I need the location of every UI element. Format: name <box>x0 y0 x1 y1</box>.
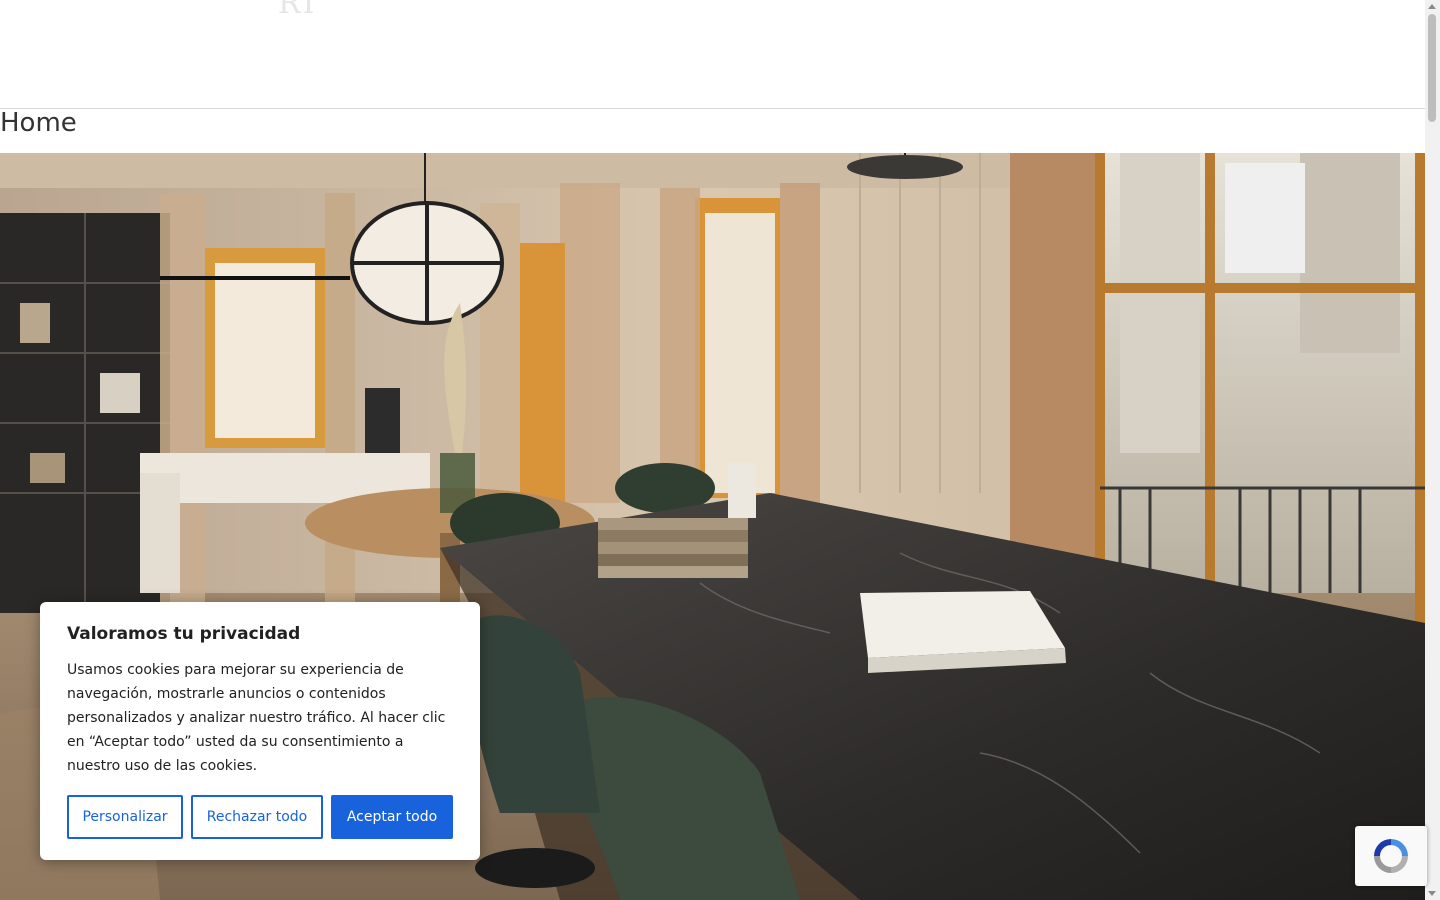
scroll-down-icon[interactable] <box>1428 891 1436 896</box>
customize-button[interactable]: Personalizar <box>67 795 183 839</box>
reject-all-button[interactable]: Rechazar todo <box>191 795 323 839</box>
page-title: Home <box>0 108 77 138</box>
recaptcha-badge[interactable] <box>1355 826 1427 886</box>
scrollbar-thumb[interactable] <box>1428 14 1436 122</box>
accept-all-button[interactable]: Aceptar todo <box>331 795 453 839</box>
scroll-up-icon[interactable] <box>1428 4 1436 9</box>
cookie-consent-banner: Valoramos tu privacidad Usamos cookies p… <box>40 602 480 860</box>
cookie-banner-title: Valoramos tu privacidad <box>67 624 301 644</box>
recaptcha-icon <box>1374 839 1408 873</box>
cookie-actions: Personalizar Rechazar todo Aceptar todo <box>67 795 453 839</box>
site-logo[interactable]: RI <box>278 0 316 21</box>
site-header: RI <box>0 0 1425 109</box>
cookie-banner-text: Usamos cookies para mejorar su experienc… <box>67 662 446 774</box>
page-scrollbar[interactable] <box>1425 0 1440 900</box>
